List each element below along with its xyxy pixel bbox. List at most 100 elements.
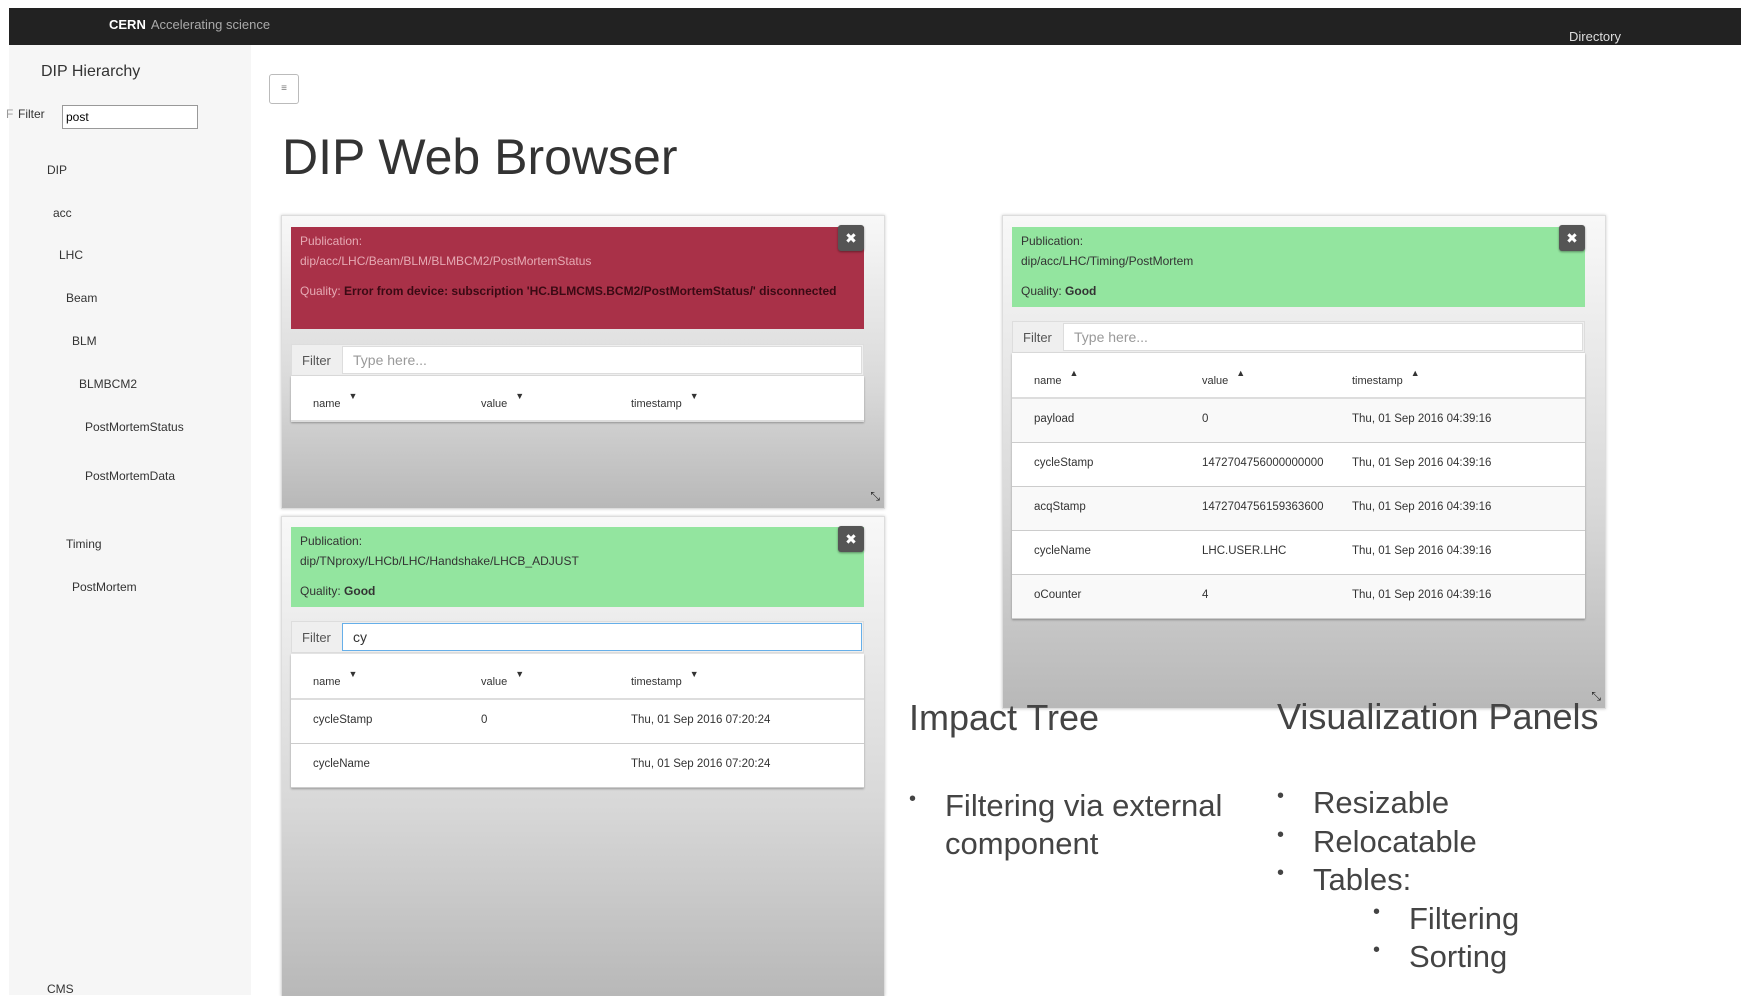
cell-value: 0 — [481, 714, 488, 726]
directory-link[interactable]: Directory — [1569, 29, 1621, 44]
cell-name: oCounter — [1034, 589, 1082, 601]
column-header-value[interactable]: value▼ — [481, 391, 524, 410]
close-icon: ✖ — [845, 230, 857, 246]
column-header-timestamp[interactable]: timestamp▲ — [1352, 368, 1420, 387]
close-icon: ✖ — [845, 531, 857, 547]
page-title: DIP Web Browser — [282, 129, 678, 185]
cell-name: cycleName — [313, 758, 370, 770]
column-header-name[interactable]: name▼ — [313, 669, 357, 688]
sort-asc-icon: ▲ — [1069, 368, 1079, 378]
publication-path: dip/acc/LHC/Beam/BLM/BLMBCM2/PostMortemS… — [300, 254, 592, 268]
column-header-timestamp[interactable]: timestamp▼ — [631, 391, 699, 410]
column-header-value[interactable]: value▲ — [1202, 368, 1245, 387]
sidebar-filter-label: F Filter — [6, 107, 45, 121]
resize-handle-icon[interactable]: ⤡ — [870, 489, 880, 504]
cell-name: payload — [1034, 413, 1075, 425]
table-row[interactable]: cycleStamp 0 Thu, 01 Sep 2016 07:20:24 — [291, 700, 864, 744]
sort-desc-icon: ▼ — [689, 391, 699, 401]
tree-item-postmortemstatus[interactable]: PostMortemStatus — [85, 420, 184, 434]
column-header-name[interactable]: name▼ — [313, 391, 357, 410]
cell-timestamp: Thu, 01 Sep 2016 04:39:16 — [1352, 457, 1492, 469]
sort-desc-icon: ▼ — [348, 391, 358, 401]
panel-filter-row: Filter — [1012, 321, 1585, 353]
column-header-name[interactable]: name▲ — [1034, 368, 1078, 387]
cell-value: LHC.USER.LHC — [1202, 545, 1287, 557]
tree-item-acc[interactable]: acc — [53, 206, 72, 220]
quality-value: Error from device: subscription 'HC.BLMC… — [344, 284, 837, 298]
table-row[interactable]: cycleStamp 1472704756000000000 Thu, 01 S… — [1012, 443, 1585, 487]
sidebar-filter-input[interactable] — [62, 105, 198, 129]
sort-asc-icon: ▲ — [1410, 368, 1420, 378]
sort-desc-icon: ▼ — [515, 669, 525, 679]
table-header: name▼ value▼ timestamp▼ — [291, 654, 864, 700]
table-row[interactable]: oCounter 4 Thu, 01 Sep 2016 04:39:16 — [1012, 575, 1585, 619]
cell-timestamp: Thu, 01 Sep 2016 04:39:16 — [1352, 589, 1492, 601]
table-header: name▲ value▲ timestamp▲ — [1012, 353, 1585, 399]
publication-header-good: Publication: dip/TNproxy/LHCb/LHC/Handsh… — [291, 527, 864, 607]
close-panel-button[interactable]: ✖ — [838, 225, 864, 251]
cell-timestamp: Thu, 01 Sep 2016 04:39:16 — [1352, 501, 1492, 513]
publication-header-good: Publication: dip/acc/LHC/Timing/PostMort… — [1012, 227, 1585, 307]
tree-item-beam[interactable]: Beam — [66, 291, 97, 305]
impact-tree-heading: Impact Tree — [909, 697, 1100, 738]
quality-line: Quality: Good — [1021, 284, 1097, 298]
table-row[interactable]: cycleName Thu, 01 Sep 2016 07:20:24 — [291, 744, 864, 788]
column-header-timestamp[interactable]: timestamp▼ — [631, 669, 699, 688]
data-table: name▼ value▼ timestamp▼ — [291, 376, 864, 422]
cell-timestamp: Thu, 01 Sep 2016 07:20:24 — [631, 714, 771, 726]
panel-filter-label: Filter — [1023, 330, 1052, 345]
close-panel-button[interactable]: ✖ — [838, 526, 864, 552]
cell-timestamp: Thu, 01 Sep 2016 04:39:16 — [1352, 413, 1492, 425]
tree-item-blm[interactable]: BLM — [72, 334, 97, 348]
publication-label: Publication: — [300, 534, 363, 548]
table-row[interactable]: cycleName LHC.USER.LHC Thu, 01 Sep 2016 … — [1012, 531, 1585, 575]
panel-postmortemstatus[interactable]: Publication: dip/acc/LHC/Beam/BLM/BLMBCM… — [281, 215, 885, 509]
publication-label: Publication: — [1021, 234, 1084, 248]
panel-filter-input[interactable] — [342, 346, 862, 374]
hamburger-icon: ≡ — [281, 83, 287, 94]
visualization-panels-heading: Visualization Panels — [1277, 696, 1599, 737]
quality-line: Quality: Error from device: subscription… — [300, 284, 837, 298]
tree-item-timing[interactable]: Timing — [66, 537, 102, 551]
panel-timing-postmortem[interactable]: Publication: dip/acc/LHC/Timing/PostMort… — [1002, 215, 1606, 709]
panel-filter-row: Filter — [291, 344, 864, 376]
tree-item-lhc[interactable]: LHC — [59, 248, 83, 262]
panel-filter-input[interactable] — [342, 623, 862, 651]
sidebar-title: DIP Hierarchy — [41, 63, 141, 80]
cell-value: 0 — [1202, 413, 1209, 425]
panel-filter-label: Filter — [302, 353, 331, 368]
sort-asc-icon: ▲ — [1236, 368, 1246, 378]
cell-value: 1472704756159363600 — [1202, 501, 1324, 513]
panel-filter-row: Filter — [291, 621, 864, 653]
cern-brand[interactable]: CERN Accelerating science — [109, 17, 270, 32]
quality-line: Quality: Good — [300, 584, 376, 598]
panel-lhcb-adjust[interactable]: Publication: dip/TNproxy/LHCb/LHC/Handsh… — [281, 516, 885, 996]
cell-name: acqStamp — [1034, 501, 1086, 513]
tree-item-postmortemdata[interactable]: PostMortemData — [85, 469, 175, 483]
publication-header-error: Publication: dip/acc/LHC/Beam/BLM/BLMBCM… — [291, 227, 864, 329]
tree-item-cms[interactable]: CMS — [47, 982, 74, 996]
table-row[interactable]: payload 0 Thu, 01 Sep 2016 04:39:16 — [1012, 399, 1585, 443]
close-panel-button[interactable]: ✖ — [1559, 225, 1585, 251]
close-icon: ✖ — [1566, 230, 1578, 246]
sort-desc-icon: ▼ — [348, 669, 358, 679]
data-table: name▼ value▼ timestamp▼ cycleStamp 0 Thu… — [291, 654, 864, 788]
publication-path: dip/acc/LHC/Timing/PostMortem — [1021, 254, 1194, 268]
tree-item-postmortem[interactable]: PostMortem — [72, 580, 137, 594]
cell-name: cycleName — [1034, 545, 1091, 557]
tree-item-dip[interactable]: DIP — [47, 163, 67, 177]
quality-value: Good — [1065, 284, 1097, 298]
column-header-value[interactable]: value▼ — [481, 669, 524, 688]
sort-desc-icon: ▼ — [515, 391, 525, 401]
table-row[interactable]: acqStamp 1472704756159363600 Thu, 01 Sep… — [1012, 487, 1585, 531]
table-header: name▼ value▼ timestamp▼ — [291, 376, 864, 422]
tree-item-blmbcm2[interactable]: BLMBCM2 — [79, 377, 137, 391]
cell-timestamp: Thu, 01 Sep 2016 04:39:16 — [1352, 545, 1492, 557]
cell-name: cycleStamp — [313, 714, 373, 726]
panel-filter-label: Filter — [302, 630, 331, 645]
menu-toggle-button[interactable]: ≡ — [269, 74, 299, 104]
cell-value: 4 — [1202, 589, 1209, 601]
panel-filter-input[interactable] — [1063, 323, 1583, 351]
sidebar: DIP Hierarchy FFilter DIP acc LHC Beam B… — [6, 45, 251, 996]
cell-timestamp: Thu, 01 Sep 2016 07:20:24 — [631, 758, 771, 770]
